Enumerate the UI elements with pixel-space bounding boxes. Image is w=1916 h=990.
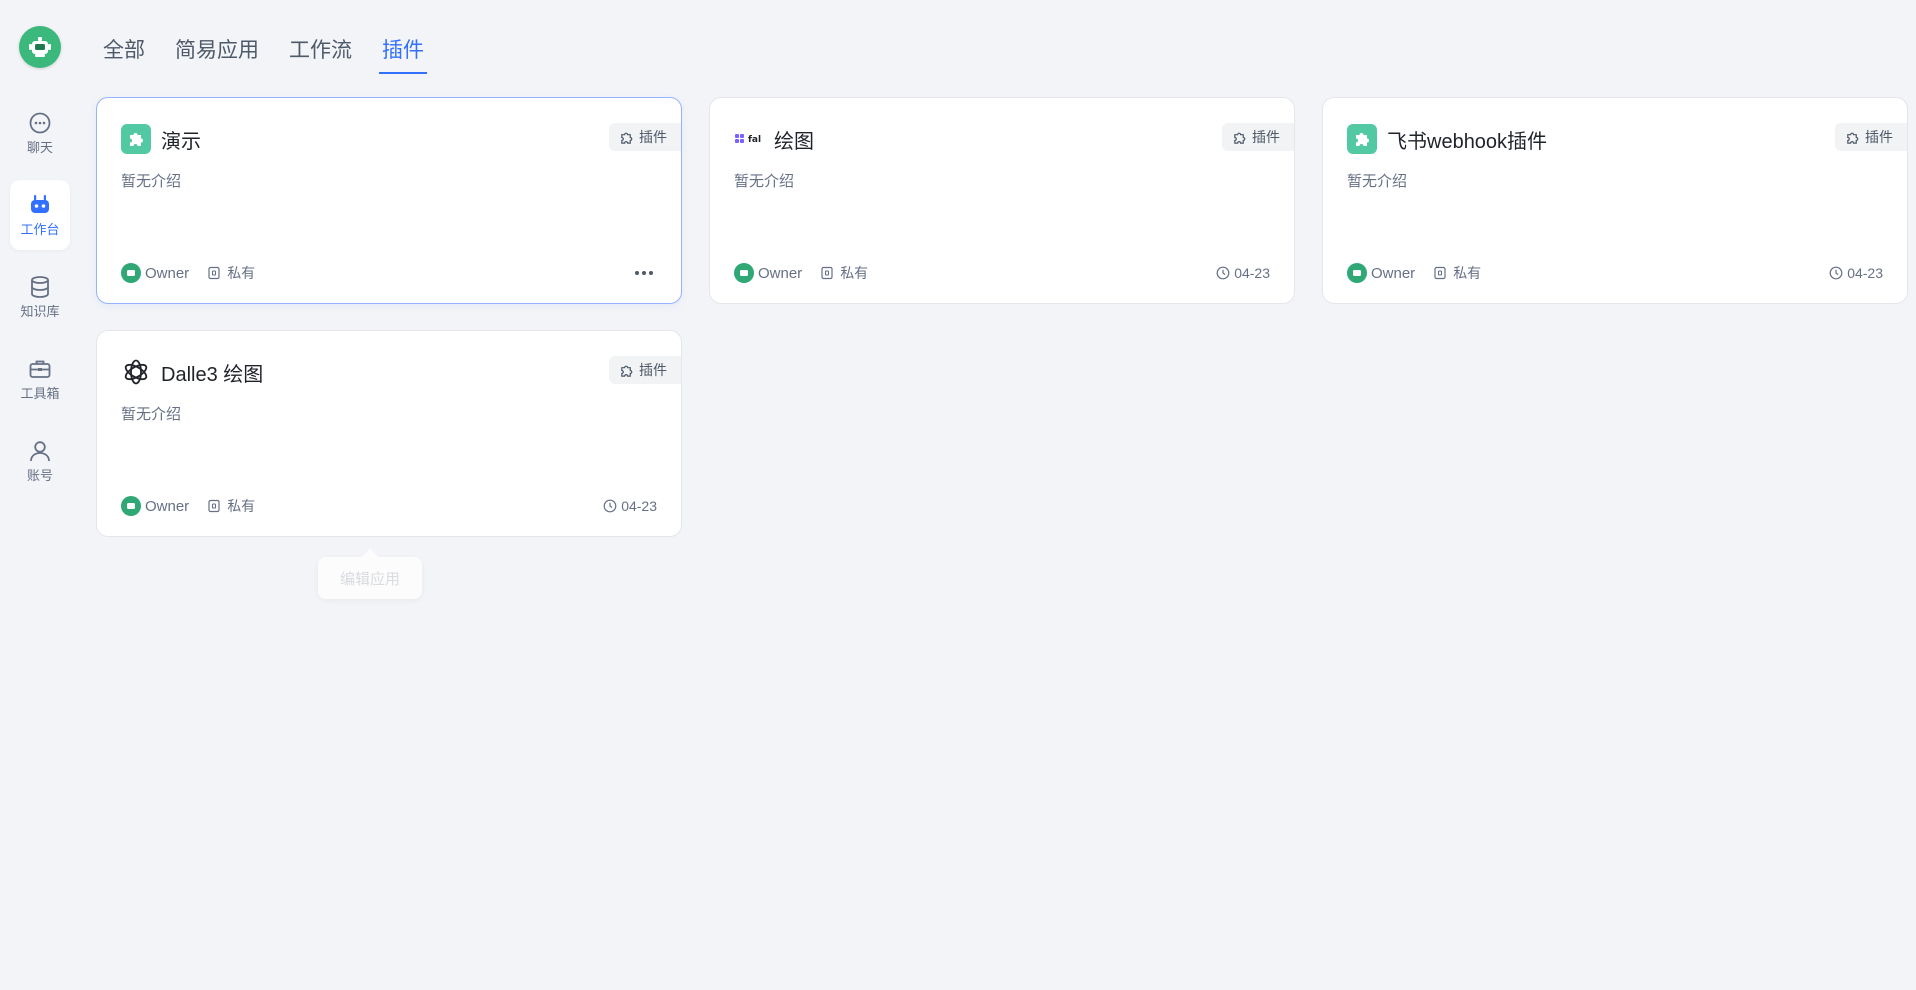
- owner: Owner: [734, 263, 802, 283]
- avatar: [121, 263, 141, 283]
- card-title: 演示: [161, 130, 201, 153]
- visibility-label: 私有: [227, 498, 256, 514]
- more-options-button[interactable]: [631, 267, 657, 279]
- app-card[interactable]: 演示 插件 暂无介绍 Owner 私有: [96, 97, 682, 304]
- type-badge: 插件: [1222, 123, 1294, 151]
- owner: Owner: [121, 263, 189, 283]
- avatar: [1347, 263, 1367, 283]
- openai-icon: [121, 357, 151, 387]
- updated-date: 04-23: [603, 498, 657, 514]
- more-dot: [642, 271, 646, 275]
- date-label: 04-23: [621, 498, 657, 514]
- more-dot: [635, 271, 639, 275]
- owner-name: Owner: [145, 264, 190, 282]
- card-description: 暂无介绍: [121, 406, 182, 423]
- date-label: 04-23: [1847, 265, 1883, 281]
- app-card[interactable]: fal 绘图 插件 暂无介绍 Owner 私有 04-23: [709, 97, 1295, 304]
- tab-all[interactable]: 全部: [100, 34, 148, 74]
- robot-icon: [31, 195, 49, 213]
- updated-date: 04-23: [1216, 265, 1270, 281]
- card-description: 暂无介绍: [734, 173, 795, 190]
- badge-label: 插件: [639, 129, 667, 145]
- visibility-label: 私有: [227, 265, 256, 281]
- puzzle-outline-icon: [621, 132, 633, 144]
- owner-name: Owner: [145, 497, 190, 515]
- card-description: 暂无介绍: [1347, 173, 1408, 190]
- badge-label: 插件: [639, 362, 667, 378]
- sidebar-item-account[interactable]: 账号: [10, 426, 70, 496]
- card-description: 暂无介绍: [121, 173, 182, 190]
- date-label: 04-23: [1234, 265, 1270, 281]
- svg-text:fal: fal: [748, 135, 761, 145]
- lock-icon: [208, 266, 220, 280]
- category-tabs: 全部 简易应用 工作流 插件: [100, 34, 451, 74]
- type-badge: 插件: [609, 123, 681, 151]
- lock-icon: [1434, 266, 1446, 280]
- puzzle-icon: [121, 124, 151, 154]
- visibility: 私有: [1433, 263, 1481, 283]
- user-icon: [30, 441, 50, 462]
- toolbox-icon: [29, 360, 51, 378]
- owner: Owner: [1347, 263, 1415, 283]
- visibility: 私有: [820, 263, 868, 283]
- puzzle-outline-icon: [1847, 132, 1859, 144]
- tab-simple-app[interactable]: 简易应用: [172, 34, 262, 74]
- app-card[interactable]: 飞书webhook插件 插件 暂无介绍 Owner 私有 04-23: [1322, 97, 1908, 304]
- visibility: 私有: [207, 496, 255, 516]
- sidebar: 聊天 工作台 知识库 工具箱 账号: [0, 0, 80, 990]
- lock-icon: [821, 266, 833, 280]
- puzzle-icon: [1347, 124, 1377, 154]
- app-logo[interactable]: [19, 26, 61, 68]
- tooltip-label: 编辑应用: [339, 570, 400, 588]
- sidebar-item-label: 账号: [26, 468, 53, 483]
- sidebar-item-label: 知识库: [20, 304, 60, 319]
- edit-app-tooltip: 编辑应用: [318, 557, 422, 599]
- sidebar-item-label: 聊天: [26, 140, 53, 155]
- card-title: Dalle3 绘图: [161, 363, 264, 386]
- app-card[interactable]: Dalle3 绘图 插件 暂无介绍 Owner 私有 04-23: [96, 330, 682, 537]
- more-dot: [649, 271, 653, 275]
- type-badge: 插件: [609, 356, 681, 384]
- sidebar-item-chat[interactable]: 聊天: [10, 98, 70, 168]
- puzzle-outline-icon: [621, 365, 633, 377]
- visibility-label: 私有: [1453, 265, 1482, 281]
- tab-plugin[interactable]: 插件: [379, 34, 427, 74]
- tab-workflow[interactable]: 工作流: [286, 34, 355, 74]
- badge-label: 插件: [1252, 129, 1280, 145]
- clock-icon: [1216, 266, 1230, 280]
- sidebar-item-label: 工作台: [20, 222, 60, 237]
- avatar: [121, 496, 141, 516]
- robot-logo-icon: [29, 37, 51, 57]
- owner: Owner: [121, 496, 189, 516]
- sidebar-item-toolbox[interactable]: 工具箱: [10, 344, 70, 414]
- puzzle-outline-icon: [1234, 132, 1246, 144]
- sidebar-item-knowledge[interactable]: 知识库: [10, 262, 70, 332]
- database-icon: [31, 276, 49, 298]
- owner-name: Owner: [758, 264, 803, 282]
- lock-icon: [208, 499, 220, 513]
- owner-name: Owner: [1371, 264, 1416, 282]
- updated-date: 04-23: [1829, 265, 1883, 281]
- chat-icon: [29, 112, 51, 134]
- card-title: 绘图: [774, 130, 814, 153]
- sidebar-item-label: 工具箱: [20, 386, 60, 401]
- clock-icon: [603, 499, 617, 513]
- fal-logo-icon: fal: [734, 124, 764, 154]
- card-title: 飞书webhook插件: [1387, 130, 1548, 153]
- badge-label: 插件: [1865, 129, 1893, 145]
- clock-icon: [1829, 266, 1843, 280]
- sidebar-item-workbench[interactable]: 工作台: [10, 180, 70, 250]
- visibility: 私有: [207, 263, 255, 283]
- avatar: [734, 263, 754, 283]
- type-badge: 插件: [1835, 123, 1907, 151]
- visibility-label: 私有: [840, 265, 869, 281]
